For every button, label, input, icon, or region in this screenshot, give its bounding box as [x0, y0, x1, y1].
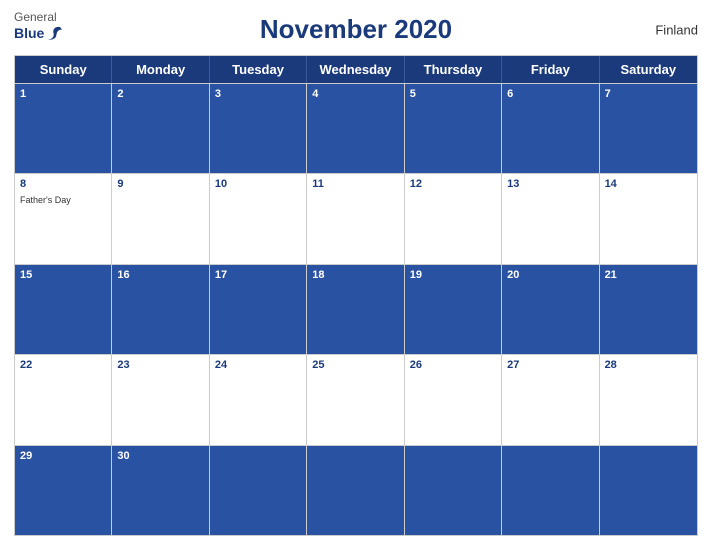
- day-cell: 9: [112, 174, 209, 263]
- day-number: 15: [20, 268, 106, 283]
- day-cell: 7: [600, 84, 697, 173]
- country-label: Finland: [655, 22, 698, 37]
- day-header-monday: Monday: [112, 56, 209, 83]
- day-number: 27: [507, 358, 593, 373]
- day-header-wednesday: Wednesday: [307, 56, 404, 83]
- day-cell: 25: [307, 355, 404, 444]
- day-cell: 24: [210, 355, 307, 444]
- day-cell: 14: [600, 174, 697, 263]
- calendar-grid: SundayMondayTuesdayWednesdayThursdayFrid…: [14, 55, 698, 536]
- day-number: 12: [410, 177, 496, 192]
- day-cell: [600, 446, 697, 535]
- calendar-title: November 2020: [260, 14, 452, 45]
- week-row-5: 29 30: [15, 445, 697, 535]
- day-cell: 4: [307, 84, 404, 173]
- week-row-4: 22 23 24 25 26 27 28: [15, 354, 697, 444]
- day-number: 8: [20, 177, 106, 192]
- day-number: 24: [215, 358, 301, 373]
- day-number: 3: [215, 87, 301, 102]
- day-header-thursday: Thursday: [405, 56, 502, 83]
- logo-blue: Blue: [14, 25, 44, 42]
- day-cell: [307, 446, 404, 535]
- day-number: 4: [312, 87, 398, 102]
- day-number: 26: [410, 358, 496, 373]
- day-cell: 16: [112, 265, 209, 354]
- logo-bird-icon: [46, 24, 64, 42]
- day-cell: 18: [307, 265, 404, 354]
- day-number: 10: [215, 177, 301, 192]
- day-cell: [502, 446, 599, 535]
- day-number: 6: [507, 87, 593, 102]
- day-number: 17: [215, 268, 301, 283]
- day-header-sunday: Sunday: [15, 56, 112, 83]
- day-cell: 22: [15, 355, 112, 444]
- day-number: 7: [605, 87, 692, 102]
- day-cell: 1: [15, 84, 112, 173]
- calendar-container: General Blue November 2020 Finland Sunda…: [0, 0, 712, 550]
- week-row-2: 8 Father's Day 9 10 11 12 13 14: [15, 173, 697, 263]
- day-number: 25: [312, 358, 398, 373]
- day-number: 21: [605, 268, 692, 283]
- day-cell: 28: [600, 355, 697, 444]
- day-cell: 15: [15, 265, 112, 354]
- day-number: 19: [410, 268, 496, 283]
- day-number: 14: [605, 177, 692, 192]
- day-number: 29: [20, 449, 106, 464]
- day-number: 22: [20, 358, 106, 373]
- day-cell: [405, 446, 502, 535]
- day-number: 1: [20, 87, 106, 102]
- day-number: 18: [312, 268, 398, 283]
- day-header-friday: Friday: [502, 56, 599, 83]
- day-number: 30: [117, 449, 203, 464]
- day-cell: 20: [502, 265, 599, 354]
- day-cell: 29: [15, 446, 112, 535]
- day-cell: 19: [405, 265, 502, 354]
- day-number: 20: [507, 268, 593, 283]
- day-cell: 23: [112, 355, 209, 444]
- logo-general: General: [14, 10, 57, 24]
- day-cell: 8 Father's Day: [15, 174, 112, 263]
- day-cell: 2: [112, 84, 209, 173]
- day-header-tuesday: Tuesday: [210, 56, 307, 83]
- day-cell: 10: [210, 174, 307, 263]
- day-cell: 21: [600, 265, 697, 354]
- day-number: 5: [410, 87, 496, 102]
- day-header-saturday: Saturday: [600, 56, 697, 83]
- day-cell: [210, 446, 307, 535]
- day-number: 11: [312, 177, 398, 192]
- day-cell: 30: [112, 446, 209, 535]
- day-cell: 6: [502, 84, 599, 173]
- day-cell: 13: [502, 174, 599, 263]
- day-number: 2: [117, 87, 203, 102]
- day-cell: 11: [307, 174, 404, 263]
- day-cell: 26: [405, 355, 502, 444]
- event-label: Father's Day: [20, 195, 106, 207]
- day-number: 13: [507, 177, 593, 192]
- day-cell: 12: [405, 174, 502, 263]
- week-row-1: 1234567: [15, 83, 697, 173]
- day-cell: 27: [502, 355, 599, 444]
- day-cell: 3: [210, 84, 307, 173]
- day-number: 16: [117, 268, 203, 283]
- weeks-container: 12345678Father's Day91011121314151617181…: [15, 83, 697, 535]
- day-number: 9: [117, 177, 203, 192]
- logo-area: General Blue: [14, 10, 64, 42]
- calendar-header: General Blue November 2020 Finland: [14, 10, 698, 49]
- day-headers-row: SundayMondayTuesdayWednesdayThursdayFrid…: [15, 56, 697, 83]
- day-number: 23: [117, 358, 203, 373]
- week-row-3: 15 16 17 18 19 20 21: [15, 264, 697, 354]
- day-number: 28: [605, 358, 692, 373]
- day-cell: 17: [210, 265, 307, 354]
- day-cell: 5: [405, 84, 502, 173]
